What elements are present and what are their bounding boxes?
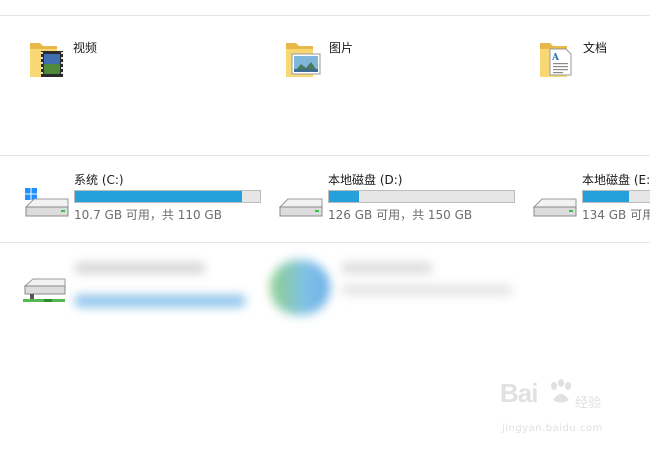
video-folder-icon (30, 43, 63, 77)
folder-label: 文档 (583, 41, 608, 55)
network-name-redacted (342, 263, 432, 273)
network-drive-icon (23, 278, 66, 302)
section-divider (0, 155, 650, 156)
drive-d[interactable]: 本地磁盘 (D:) 126 GB 可用，共 150 GB (277, 173, 522, 233)
folder-videos[interactable]: 视频 (27, 37, 227, 97)
watermark-url: jingyan.baidu.com (502, 423, 603, 434)
drive-usage-fill (329, 191, 359, 202)
network-name-redacted (75, 263, 205, 273)
folder-label: 视频 (73, 41, 98, 55)
hard-drive-icon (278, 198, 323, 217)
paw-icon (551, 379, 571, 403)
network-location-2[interactable] (270, 255, 540, 325)
folder-pictures[interactable]: 图片 (283, 37, 483, 97)
hard-drive-icon (532, 198, 577, 217)
drive-free-space: 126 GB 可用，共 150 GB (328, 208, 473, 222)
drive-usage-fill (583, 191, 630, 202)
drive-usage-bar (74, 190, 261, 203)
drive-usage-bar (328, 190, 515, 203)
drive-usage-fill (75, 191, 243, 202)
top-divider (0, 15, 650, 16)
drive-usage-bar (582, 190, 650, 203)
drive-e[interactable]: 本地磁盘 (E:) 134 GB 可用 (531, 173, 650, 233)
drive-name: 系统 (C:) (74, 173, 124, 187)
network-detail-redacted (342, 285, 512, 295)
folder-label: 图片 (329, 41, 354, 55)
drive-free-space: 10.7 GB 可用，共 110 GB (74, 208, 222, 222)
watermark-logo-text: 经验 (575, 396, 602, 411)
svg-text:A: A (551, 53, 560, 63)
documents-folder-icon: A (540, 43, 572, 77)
folder-documents[interactable]: A 文档 (537, 37, 650, 97)
drive-name: 本地磁盘 (D:) (328, 173, 403, 187)
network-bar-redacted (75, 295, 245, 307)
drive-name: 本地磁盘 (E:) (582, 173, 650, 187)
pictures-folder-icon (286, 43, 321, 77)
drive-free-space: 134 GB 可用 (582, 208, 650, 222)
section-divider (0, 242, 650, 243)
network-location[interactable] (20, 263, 260, 328)
baidu-watermark: Bai 经验 jingyan.baidu.com (500, 378, 630, 438)
drive-c[interactable]: 系统 (C:) 10.7 GB 可用，共 110 GB (23, 173, 268, 233)
watermark-logo: Bai (500, 378, 538, 408)
network-icon-redacted (270, 260, 330, 315)
windows-system-drive-icon (24, 188, 69, 217)
